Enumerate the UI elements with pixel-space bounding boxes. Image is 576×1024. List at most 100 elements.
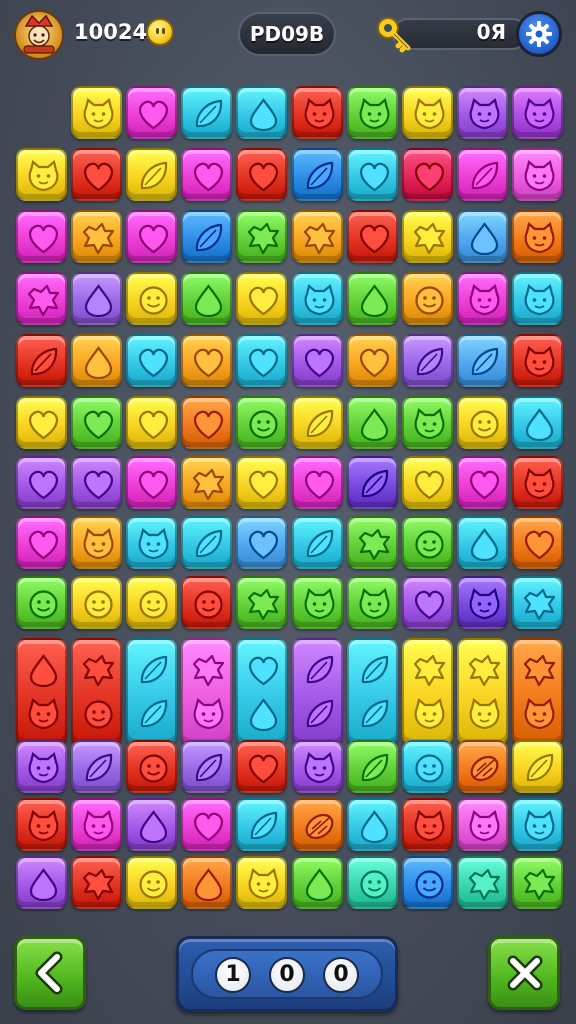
board-tile[interactable]	[71, 516, 123, 569]
board-tile[interactable]	[291, 638, 343, 746]
board-tile[interactable]	[181, 396, 233, 449]
board-tile[interactable]	[126, 272, 178, 325]
board-tile[interactable]	[291, 334, 343, 387]
board-tile[interactable]	[456, 740, 508, 793]
board-tile[interactable]	[16, 516, 67, 569]
board-tile[interactable]	[291, 456, 343, 509]
board-tile[interactable]	[511, 210, 563, 263]
board-tile[interactable]	[346, 210, 398, 263]
board-tile[interactable]	[236, 576, 288, 629]
board-tile[interactable]	[511, 638, 563, 746]
board-tile[interactable]	[401, 638, 453, 746]
board-tile[interactable]	[346, 516, 398, 569]
board-tile[interactable]	[511, 334, 563, 387]
board-tile[interactable]	[511, 456, 563, 509]
board-tile[interactable]	[71, 576, 123, 629]
board-tile[interactable]	[71, 638, 123, 746]
board-tile[interactable]	[401, 798, 453, 851]
board-tile[interactable]	[236, 148, 288, 201]
board-tile[interactable]	[401, 856, 453, 909]
board-tile[interactable]	[346, 456, 398, 509]
board-tile[interactable]	[236, 210, 288, 263]
board-tile[interactable]	[346, 856, 398, 909]
board-tile[interactable]	[181, 798, 233, 851]
board-tile[interactable]	[401, 456, 453, 509]
board-tile[interactable]	[346, 638, 398, 746]
board-tile[interactable]	[236, 272, 288, 325]
board-tile[interactable]	[511, 86, 563, 139]
board-tile[interactable]	[456, 516, 508, 569]
board-tile[interactable]	[456, 576, 508, 629]
board-tile[interactable]	[511, 856, 563, 909]
board-tile[interactable]	[181, 576, 233, 629]
board-tile[interactable]	[456, 396, 508, 449]
board-tile[interactable]	[236, 334, 288, 387]
board-tile[interactable]	[401, 86, 453, 139]
board-tile[interactable]	[71, 334, 123, 387]
board-tile[interactable]	[181, 210, 233, 263]
board-tile[interactable]	[16, 576, 67, 629]
board-tile[interactable]	[456, 210, 508, 263]
board-tile[interactable]	[456, 148, 508, 201]
board-tile[interactable]	[126, 396, 178, 449]
board-tile[interactable]	[236, 798, 288, 851]
board-tile[interactable]	[456, 272, 508, 325]
board-tile[interactable]	[126, 456, 178, 509]
board-tile[interactable]	[236, 396, 288, 449]
board-tile[interactable]	[401, 576, 453, 629]
board-tile[interactable]	[236, 638, 288, 746]
board-tile[interactable]	[291, 148, 343, 201]
board-tile[interactable]	[126, 740, 178, 793]
board-tile[interactable]	[236, 740, 288, 793]
board-tile[interactable]	[346, 798, 398, 851]
board-tile[interactable]	[291, 86, 343, 139]
board-tile[interactable]	[71, 148, 123, 201]
board-tile[interactable]	[16, 798, 67, 851]
back-button[interactable]	[14, 936, 86, 1010]
board-tile[interactable]	[511, 148, 563, 201]
board-tile[interactable]	[511, 272, 563, 325]
board-tile[interactable]	[456, 798, 508, 851]
board-tile[interactable]	[291, 396, 343, 449]
board-tile[interactable]	[291, 210, 343, 263]
board-tile[interactable]	[456, 334, 508, 387]
board-tile[interactable]	[126, 210, 178, 263]
board-tile[interactable]	[126, 148, 178, 201]
board-tile[interactable]	[511, 740, 563, 793]
board-tile[interactable]	[401, 516, 453, 569]
board-tile[interactable]	[181, 148, 233, 201]
board-tile[interactable]	[456, 638, 508, 746]
board-tile[interactable]	[346, 740, 398, 793]
board-tile[interactable]	[291, 856, 343, 909]
board-tile[interactable]	[511, 576, 563, 629]
board-tile[interactable]	[346, 86, 398, 139]
board-tile[interactable]	[71, 740, 123, 793]
board-tile[interactable]	[126, 856, 178, 909]
board-tile[interactable]	[181, 334, 233, 387]
board-tile[interactable]	[511, 798, 563, 851]
board-tile[interactable]	[346, 272, 398, 325]
board-tile[interactable]	[126, 516, 178, 569]
board-tile[interactable]	[181, 638, 233, 746]
board-tile[interactable]	[181, 86, 233, 139]
board-tile[interactable]	[181, 856, 233, 909]
board-tile[interactable]	[126, 86, 178, 139]
board-tile[interactable]	[236, 86, 288, 139]
board-tile[interactable]	[401, 396, 453, 449]
board-tile[interactable]	[511, 396, 563, 449]
board-tile[interactable]	[346, 576, 398, 629]
board-tile[interactable]	[16, 456, 67, 509]
board-tile[interactable]	[291, 272, 343, 325]
board-tile[interactable]	[16, 740, 67, 793]
board-tile[interactable]	[16, 148, 67, 201]
board-tile[interactable]	[16, 396, 67, 449]
board-tile[interactable]	[401, 148, 453, 201]
board-tile[interactable]	[181, 272, 233, 325]
board-tile[interactable]	[181, 740, 233, 793]
board-tile[interactable]	[236, 456, 288, 509]
board-tile[interactable]	[401, 334, 453, 387]
board-tile[interactable]	[236, 516, 288, 569]
board-tile[interactable]	[16, 638, 67, 746]
board-tile[interactable]	[291, 576, 343, 629]
board-tile[interactable]	[16, 856, 67, 909]
